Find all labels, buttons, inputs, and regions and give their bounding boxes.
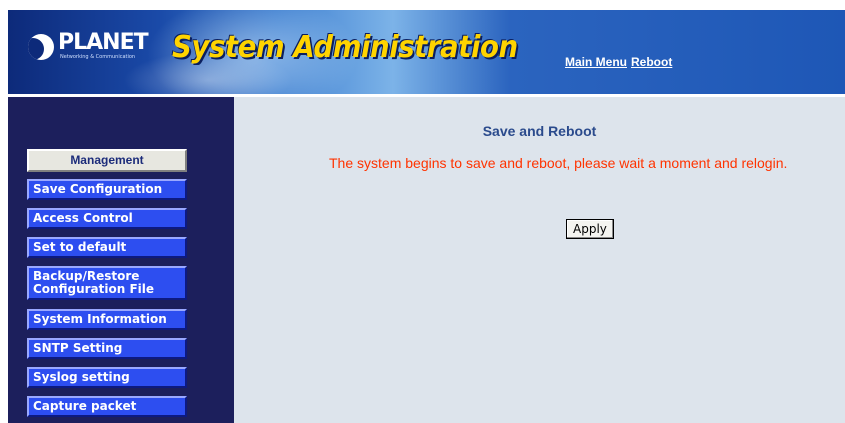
sidebar-heading: Management — [27, 149, 187, 172]
logo-tagline: Networking & Communication — [60, 54, 136, 60]
apply-button[interactable]: Apply — [566, 219, 614, 239]
page-banner-title: System Administration — [172, 30, 518, 65]
sidebar-item-set-to-default[interactable]: Set to default — [27, 237, 187, 258]
planet-logo-icon — [28, 33, 54, 60]
logo-name: PLANET — [58, 30, 149, 55]
sidebar-item-sntp-setting[interactable]: SNTP Setting — [27, 338, 187, 359]
reboot-link[interactable]: Reboot — [631, 55, 672, 69]
sidebar-item-save-configuration[interactable]: Save Configuration — [27, 179, 187, 200]
sidebar-item-backup-restore[interactable]: Backup/Restore Configuration File — [27, 266, 187, 300]
page-title: Save and Reboot — [482, 123, 597, 139]
planet-logo: PLANET Networking & Communication — [28, 30, 149, 61]
sidebar-item-system-information[interactable]: System Information — [27, 309, 187, 330]
sidebar-item-syslog-setting[interactable]: Syslog setting — [27, 367, 187, 388]
top-links: Main Menu Reboot — [565, 55, 676, 69]
main-content: Save and Reboot The system begins to sav… — [234, 97, 845, 423]
sidebar-item-capture-packet[interactable]: Capture packet — [27, 396, 187, 417]
sidebar-item-access-control[interactable]: Access Control — [27, 208, 187, 229]
status-message: The system begins to save and reboot, pl… — [329, 155, 788, 171]
sidebar: Management Save Configuration Access Con… — [8, 97, 234, 423]
header-banner: PLANET Networking & Communication System… — [8, 10, 845, 94]
main-menu-link[interactable]: Main Menu — [565, 55, 627, 69]
